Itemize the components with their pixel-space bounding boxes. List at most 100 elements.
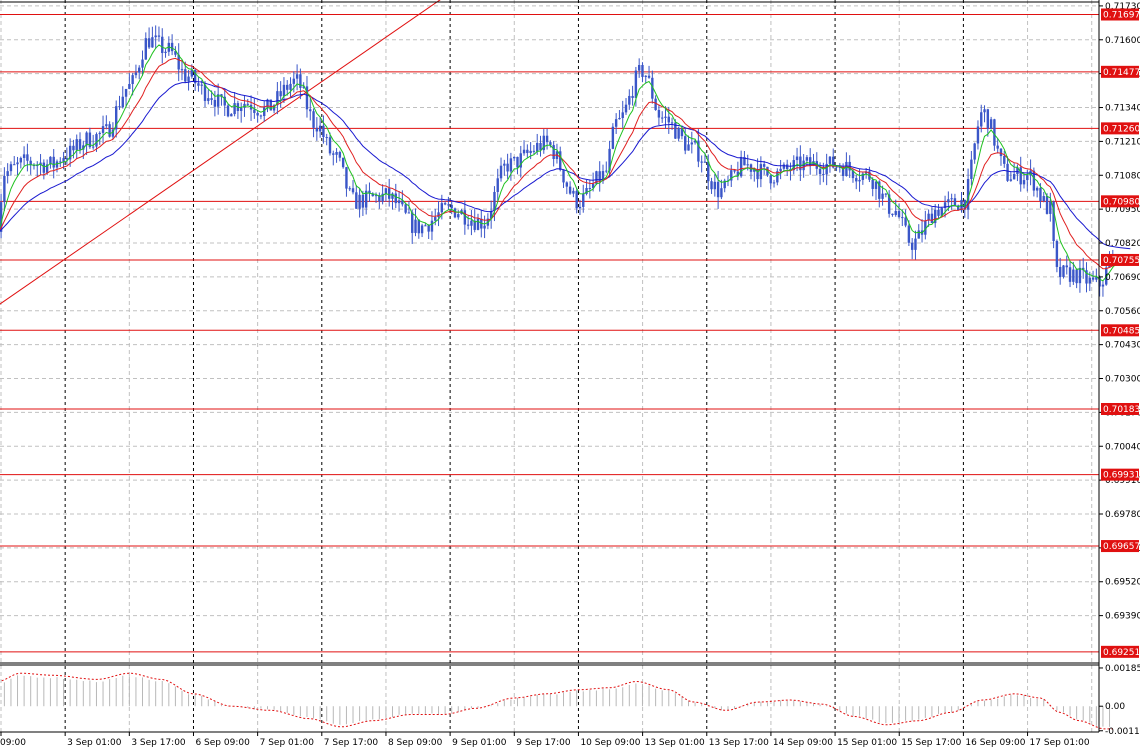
candle-body: [568, 186, 572, 194]
candle-body: [226, 105, 230, 117]
candle-body: [986, 109, 990, 129]
candle-body: [700, 161, 703, 163]
candle-body: [246, 103, 249, 105]
candle-body: [716, 181, 720, 198]
candle-body: [447, 204, 450, 206]
osc-tick-label: 0.00: [1105, 702, 1125, 712]
candle-body: [1088, 277, 1091, 284]
candle-body: [739, 156, 743, 177]
candle-body: [858, 179, 861, 182]
candle-body: [312, 111, 315, 128]
candle-body: [782, 164, 786, 169]
candle-body: [121, 96, 124, 108]
level-label-text: 0.69657: [1103, 542, 1140, 552]
candle-body: [1068, 267, 1072, 282]
candle-body: [835, 166, 838, 168]
candle-body: [1072, 269, 1075, 282]
candle-body: [1101, 284, 1105, 287]
candle-body: [996, 145, 999, 149]
candle-body: [124, 88, 128, 97]
candle-body: [910, 242, 914, 250]
candle-body: [286, 84, 289, 90]
candle-body: [151, 37, 154, 48]
candle-body: [647, 75, 651, 78]
candle-body: [710, 181, 713, 190]
candle-body: [572, 190, 575, 194]
candle-body: [384, 188, 388, 194]
candle-body: [980, 112, 983, 127]
x-tick-label: 7 Sep 17:00: [324, 738, 379, 748]
candle-body: [253, 109, 256, 113]
candle-body: [19, 157, 23, 163]
candle-body: [325, 137, 328, 139]
y-tick-label: 0.70690: [1105, 273, 1140, 283]
x-tick-label: 13 Sep 17:00: [709, 738, 769, 748]
candle-body: [144, 38, 148, 60]
candle-body: [200, 84, 203, 86]
candle-body: [950, 198, 953, 200]
candle-body: [1049, 201, 1052, 214]
candle-body: [417, 219, 421, 234]
candle-body: [407, 212, 411, 214]
candle-body: [457, 214, 460, 218]
candle-body: [292, 78, 296, 84]
candle-body: [13, 164, 16, 166]
candle-body: [157, 35, 161, 37]
candle-body: [184, 69, 187, 82]
y-tick-label: 0.71210: [1105, 137, 1140, 147]
candle-body: [424, 225, 427, 227]
x-tick-label: 17 Sep 01:00: [1030, 738, 1090, 748]
candle-body: [1039, 187, 1042, 201]
x-tick-label: 6 Sep 09:00: [195, 738, 250, 748]
x-tick-label: 10 Sep 09:00: [580, 738, 640, 748]
candle-body: [108, 124, 111, 137]
candle-body: [322, 125, 325, 138]
y-tick-label: 0.71340: [1105, 104, 1140, 114]
candle-body: [91, 146, 95, 148]
candle-body: [197, 83, 200, 86]
candle-body: [884, 193, 888, 195]
candle-body: [427, 225, 430, 232]
x-tick-label: 8 Sep 09:00: [388, 738, 443, 748]
candle-body: [453, 208, 457, 218]
candle-body: [1065, 265, 1068, 268]
candle-body: [105, 124, 108, 127]
candle-body: [654, 98, 657, 110]
candle-body: [338, 152, 342, 158]
candle-body: [664, 116, 667, 118]
candle-body: [22, 154, 26, 158]
candle-body: [55, 161, 59, 168]
candle-body: [881, 193, 884, 199]
candle-body: [203, 84, 207, 101]
candle-body: [341, 157, 345, 168]
candle-body: [795, 156, 799, 161]
y-tick-label: 0.69780: [1105, 510, 1140, 520]
candle-body: [891, 213, 894, 215]
candle-body: [805, 157, 809, 161]
candle-body: [1022, 180, 1026, 185]
price-chart[interactable]: 0.717300.716000.714700.713400.712100.710…: [0, 0, 1140, 754]
level-label-text: 0.69931: [1103, 471, 1140, 481]
candle-body: [522, 149, 526, 154]
x-tick-label: 16 Sep 09:00: [965, 738, 1025, 748]
candle-body: [233, 103, 236, 115]
candle-body: [904, 217, 907, 226]
candle-body: [95, 134, 98, 147]
candle-body: [1091, 277, 1095, 280]
candle-body: [578, 206, 582, 209]
candle-body: [1062, 265, 1065, 277]
candle-body: [631, 95, 634, 98]
candle-body: [512, 156, 516, 159]
candle-body: [170, 42, 174, 52]
candle-body: [628, 95, 631, 105]
candle-body: [335, 152, 338, 155]
candle-body: [1019, 167, 1022, 185]
candle-body: [348, 188, 351, 190]
candle-body: [134, 72, 138, 76]
candle-body: [138, 67, 141, 73]
candle-body: [976, 126, 980, 144]
candle-body: [690, 142, 694, 145]
candle-body: [466, 224, 470, 226]
x-tick-label: 14 Sep 09:00: [773, 738, 833, 748]
level-label-text: 0.71697: [1103, 11, 1140, 21]
